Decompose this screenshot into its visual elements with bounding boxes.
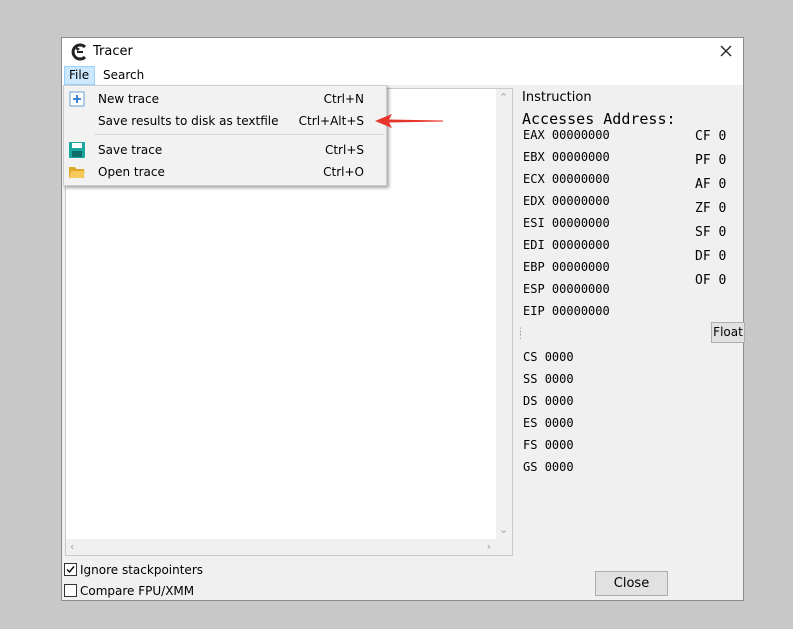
annotation-arrow-icon (375, 114, 443, 128)
menu-item-open-trace[interactable]: Open trace Ctrl+O (64, 161, 386, 183)
close-icon[interactable] (717, 42, 735, 60)
file-menu-dropdown: New trace Ctrl+N Save results to disk as… (63, 85, 387, 186)
scroll-down-icon[interactable]: ⌄ (499, 524, 508, 535)
flag-pf[interactable]: PF 0 (695, 153, 726, 168)
compare-fpu-checkbox[interactable]: Compare FPU/XMM (64, 582, 194, 600)
reg-ebx[interactable]: EBX 00000000 (523, 150, 610, 164)
horizontal-scrollbar[interactable]: ‹ › (66, 539, 512, 555)
flag-af[interactable]: AF 0 (695, 177, 726, 192)
seg-cs[interactable]: CS 0000 (523, 350, 574, 364)
seg-ss[interactable]: SS 0000 (523, 372, 574, 386)
instruction-heading: Instruction (522, 90, 592, 105)
register-panel: Instruction Accesses Address: EAX 000000… (522, 88, 745, 558)
reg-eax[interactable]: EAX 00000000 (523, 128, 610, 142)
menu-bar: File Search (62, 66, 743, 85)
menu-separator (94, 134, 384, 135)
menu-item-save-trace[interactable]: Save trace Ctrl+S (64, 139, 386, 161)
flag-zf[interactable]: ZF 0 (695, 201, 726, 216)
scroll-left-icon[interactable]: ‹ (70, 541, 74, 552)
scroll-right-icon[interactable]: › (487, 541, 491, 552)
ignore-stackpointers-checkbox[interactable]: Ignore stackpointers (64, 561, 203, 579)
close-button[interactable]: Close (595, 571, 668, 596)
reg-esi[interactable]: ESI 00000000 (523, 216, 610, 230)
menu-file[interactable]: File (64, 66, 95, 85)
reg-ecx[interactable]: ECX 00000000 (523, 172, 610, 186)
flag-cf[interactable]: CF 0 (695, 129, 726, 144)
seg-fs[interactable]: FS 0000 (523, 438, 574, 452)
flag-sf[interactable]: SF 0 (695, 225, 726, 240)
cheat-engine-icon (71, 43, 87, 61)
flag-df[interactable]: DF 0 (695, 249, 726, 264)
menu-item-new-trace[interactable]: New trace Ctrl+N (64, 88, 386, 110)
reg-edx[interactable]: EDX 00000000 (523, 194, 610, 208)
accesses-address-label: Accesses Address: (522, 110, 676, 128)
reg-ebp[interactable]: EBP 00000000 (523, 260, 610, 274)
flag-of[interactable]: OF 0 (695, 273, 726, 288)
title-bar: Tracer (62, 38, 743, 66)
compare-fpu-label: Compare FPU/XMM (80, 584, 195, 598)
scroll-up-icon[interactable]: ⌃ (499, 92, 508, 103)
window-title: Tracer (93, 44, 133, 59)
floppy-disk-icon (69, 142, 85, 158)
menu-item-save-results-textfile[interactable]: Save results to disk as textfile Ctrl+Al… (64, 110, 386, 132)
new-trace-icon (69, 91, 85, 107)
reg-esp[interactable]: ESP 00000000 (523, 282, 610, 296)
reg-eip[interactable]: EIP 00000000 (523, 304, 610, 318)
checkbox-checked-icon[interactable] (64, 563, 77, 576)
ignore-stackpointers-label: Ignore stackpointers (80, 563, 203, 577)
seg-ds[interactable]: DS 0000 (523, 394, 574, 408)
reg-edi[interactable]: EDI 00000000 (523, 238, 610, 252)
checkbox-unchecked-icon[interactable] (64, 584, 77, 597)
float-button[interactable]: Float (711, 322, 745, 343)
menu-search[interactable]: Search (99, 66, 148, 85)
seg-es[interactable]: ES 0000 (523, 416, 574, 430)
open-folder-icon (69, 167, 85, 178)
vertical-scrollbar[interactable]: ⌃ ⌄ (496, 89, 512, 540)
seg-gs[interactable]: GS 0000 (523, 460, 574, 474)
